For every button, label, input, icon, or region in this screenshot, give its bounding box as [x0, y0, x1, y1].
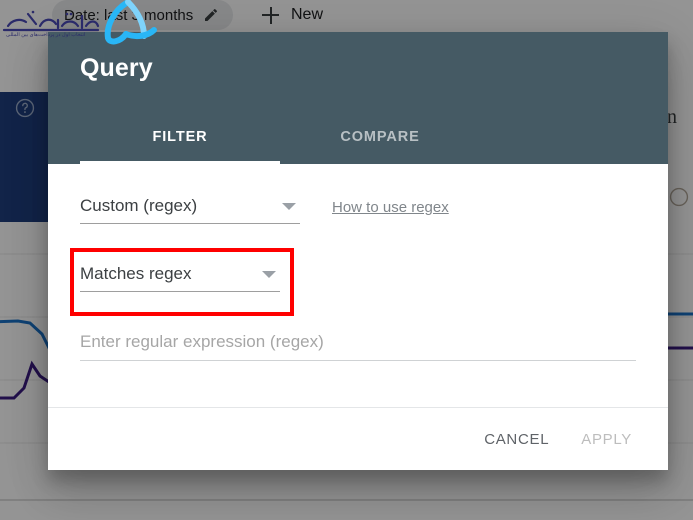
source-select-value: Custom (regex) [80, 196, 270, 216]
dialog-header: Query FILTER COMPARE [48, 32, 668, 164]
tab-compare-label: COMPARE [340, 129, 419, 145]
tab-filter[interactable]: FILTER [80, 110, 280, 164]
dialog-tabs: FILTER COMPARE [48, 110, 668, 164]
match-type-select[interactable]: Matches regex [80, 264, 280, 292]
page-title: Query [80, 54, 153, 83]
dialog-footer: CANCEL APPLY [48, 407, 668, 470]
how-to-use-regex-link[interactable]: How to use regex [332, 199, 449, 216]
query-dialog: Query FILTER COMPARE Custom (regex) How … [48, 32, 668, 470]
cancel-button[interactable]: CANCEL [472, 422, 561, 457]
match-type-field-row: Matches regex [80, 264, 640, 292]
apply-button[interactable]: APPLY [569, 422, 644, 457]
regex-input[interactable] [80, 332, 636, 361]
source-field-row: Custom (regex) How to use regex [80, 196, 640, 224]
regex-input-row [80, 332, 636, 361]
tab-filter-label: FILTER [152, 129, 207, 145]
chevron-down-icon [262, 271, 276, 278]
match-type-select-value: Matches regex [80, 264, 250, 284]
tab-compare[interactable]: COMPARE [280, 110, 480, 164]
dialog-body: Custom (regex) How to use regex Matches … [48, 164, 668, 407]
source-select[interactable]: Custom (regex) [80, 196, 300, 224]
chevron-down-icon [282, 203, 296, 210]
screenshot-root: Date: last 3 months New n [0, 0, 693, 520]
